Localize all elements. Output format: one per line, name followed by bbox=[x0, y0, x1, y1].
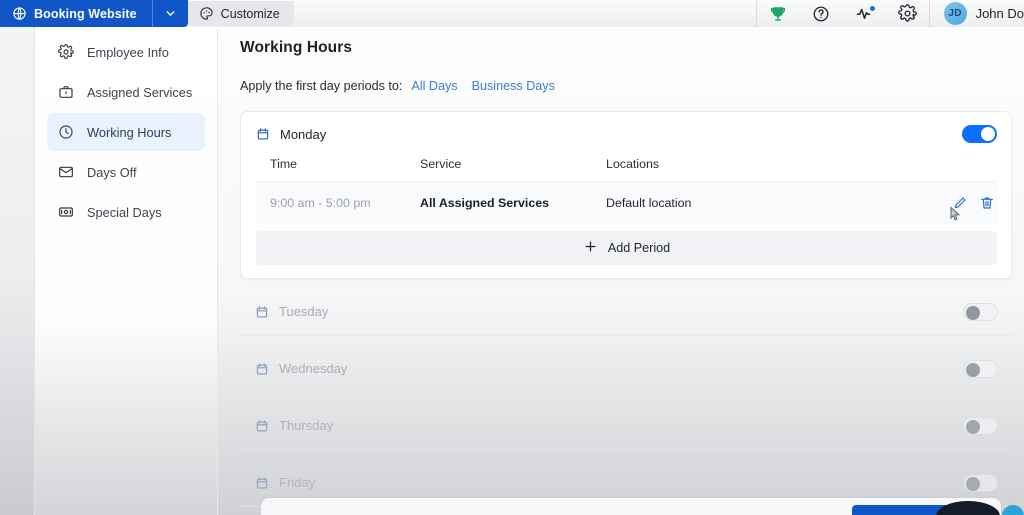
apply-periods-label: Apply the first day periods to: bbox=[240, 79, 403, 93]
top-bar: Booking Website Customize JD John Do bbox=[0, 0, 1024, 27]
column-header-locations: Locations bbox=[606, 157, 660, 171]
sidebar-item-label: Days Off bbox=[87, 164, 137, 180]
period-time: 9:00 am - 5:00 pm bbox=[270, 196, 371, 210]
day-name-label: Thursday bbox=[279, 418, 334, 433]
day-toggle-friday[interactable] bbox=[963, 473, 998, 492]
notification-dot bbox=[869, 6, 875, 11]
day-name-label: Tuesday bbox=[279, 304, 329, 319]
envelope-icon bbox=[57, 164, 74, 181]
gear-icon bbox=[57, 44, 74, 61]
chevron-down-icon[interactable] bbox=[151, 0, 188, 27]
apply-periods-row: Apply the first day periods to: All Days… bbox=[240, 79, 1012, 93]
day-toggle-monday[interactable] bbox=[962, 125, 997, 143]
sidebar-item-label: Special Days bbox=[87, 204, 162, 220]
period-location: Default location bbox=[606, 196, 692, 210]
add-period-label: Add Period bbox=[607, 241, 671, 255]
main-content: Working Hours Apply the first day period… bbox=[218, 27, 1024, 515]
sidebar: Employee Info Assigned Services Working … bbox=[35, 27, 218, 515]
calendar-icon bbox=[255, 418, 269, 433]
day-name-label: Monday bbox=[280, 126, 327, 142]
sidebar-item-employee-info[interactable]: Employee Info bbox=[47, 33, 205, 71]
calendar-icon bbox=[255, 361, 269, 376]
sidebar-item-label: Assigned Services bbox=[87, 84, 193, 100]
sidebar-item-label: Employee Info bbox=[87, 44, 169, 60]
plus-icon bbox=[583, 239, 598, 257]
calendar-icon bbox=[255, 304, 269, 319]
sidebar-item-days-off[interactable]: Days Off bbox=[47, 153, 205, 191]
toggle-knob bbox=[966, 362, 980, 377]
day-row-wednesday[interactable]: Wednesday bbox=[240, 345, 1012, 393]
sidebar-item-label: Working Hours bbox=[87, 124, 172, 140]
sidebar-item-assigned-services[interactable]: Assigned Services bbox=[47, 73, 205, 111]
gear-icon[interactable] bbox=[886, 0, 929, 27]
globe-icon bbox=[12, 5, 27, 22]
day-row-thursday[interactable]: Thursday bbox=[240, 402, 1012, 450]
palette-icon bbox=[199, 5, 214, 22]
page-body: Employee Info Assigned Services Working … bbox=[0, 27, 1024, 515]
cash-icon bbox=[57, 204, 74, 221]
periods-table-header: Time Service Locations bbox=[256, 143, 997, 182]
app-root: Booking Website Customize JD John Do Emp… bbox=[0, 0, 1024, 515]
apply-business-days-link[interactable]: Business Days bbox=[472, 79, 555, 93]
toggle-knob bbox=[966, 476, 980, 491]
clock-icon bbox=[57, 124, 74, 141]
apply-all-days-link[interactable]: All Days bbox=[411, 79, 457, 93]
calendar-icon bbox=[256, 127, 270, 142]
day-card-monday: Monday Time Service Locations 9:00 am - … bbox=[240, 111, 1012, 279]
trophy-icon[interactable] bbox=[757, 0, 800, 27]
period-actions bbox=[917, 195, 995, 211]
day-name-label: Wednesday bbox=[279, 361, 348, 376]
user-menu[interactable]: JD John Do bbox=[930, 0, 1024, 27]
table-row[interactable]: 9:00 am - 5:00 pm All Assigned Services … bbox=[256, 182, 997, 224]
tab-booking-website[interactable]: Booking Website bbox=[0, 0, 188, 27]
day-row-tuesday[interactable]: Tuesday bbox=[240, 288, 1012, 336]
tab-customize[interactable]: Customize bbox=[187, 1, 294, 26]
tab-booking-website-label: Booking Website bbox=[34, 6, 137, 21]
sidebar-item-working-hours[interactable]: Working Hours bbox=[47, 113, 205, 151]
toggle-knob bbox=[966, 305, 980, 320]
day-toggle-wednesday[interactable] bbox=[963, 359, 998, 378]
column-header-service: Service bbox=[420, 157, 462, 171]
toggle-knob bbox=[981, 127, 995, 141]
briefcase-icon bbox=[57, 84, 74, 101]
activity-pulse-icon[interactable] bbox=[843, 0, 886, 27]
day-name-label: Friday bbox=[279, 475, 316, 490]
add-period-button[interactable]: Add Period bbox=[256, 231, 997, 265]
day-toggle-tuesday[interactable] bbox=[963, 302, 998, 321]
calendar-icon bbox=[255, 475, 269, 490]
left-gutter bbox=[0, 27, 35, 515]
top-bar-right-cluster: JD John Do bbox=[755, 0, 1024, 27]
toggle-knob bbox=[966, 419, 980, 434]
day-toggle-thursday[interactable] bbox=[963, 416, 998, 435]
decorative-shape bbox=[1002, 505, 1024, 515]
avatar: JD bbox=[943, 2, 967, 25]
tab-customize-label: Customize bbox=[220, 6, 280, 21]
period-service: All Assigned Services bbox=[420, 196, 550, 210]
user-name-label: John Do bbox=[975, 6, 1024, 21]
edit-pencil-icon[interactable] bbox=[952, 195, 968, 211]
column-header-time: Time bbox=[270, 157, 298, 171]
sidebar-item-special-days[interactable]: Special Days bbox=[47, 193, 205, 231]
page-title: Working Hours bbox=[240, 39, 353, 56]
delete-trash-icon[interactable] bbox=[979, 195, 995, 211]
day-header-monday: Monday bbox=[256, 125, 997, 143]
help-circle-icon[interactable] bbox=[800, 0, 843, 27]
